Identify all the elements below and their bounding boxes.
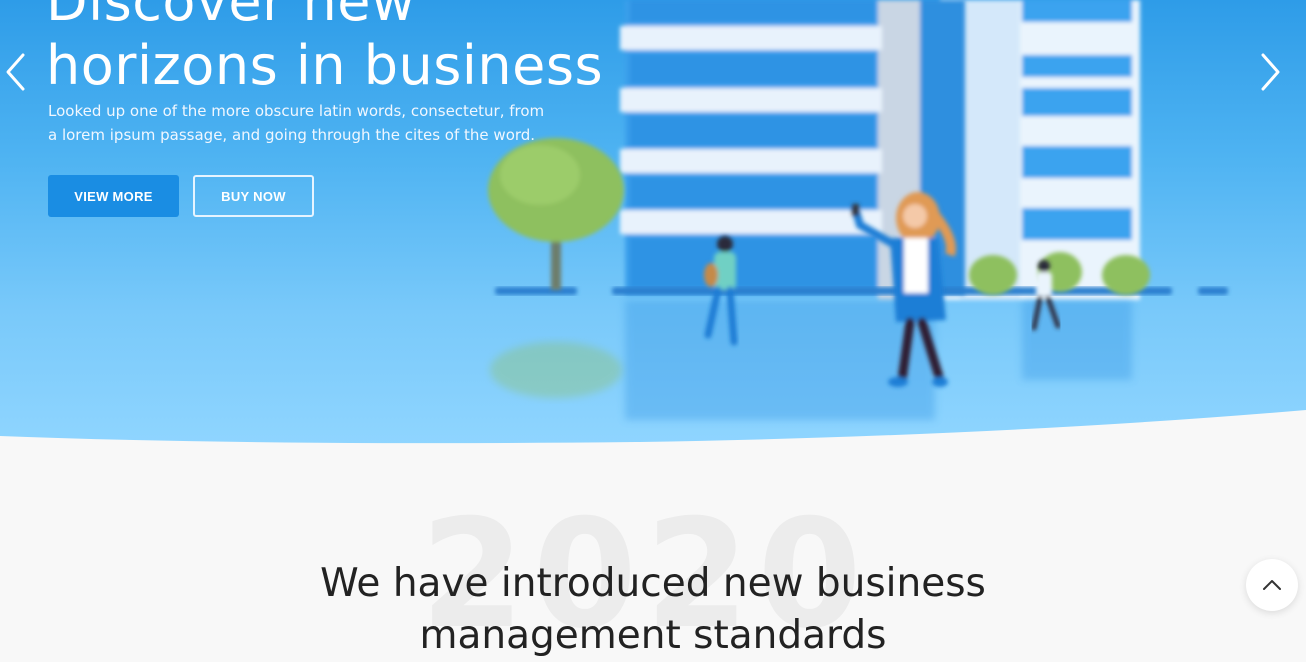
hero-slider: Discover new horizons in business Looked… <box>0 0 1306 445</box>
bushes <box>969 252 1150 295</box>
chevron-up-icon <box>1263 580 1281 590</box>
view-more-button[interactable]: VIEW MORE <box>48 175 179 217</box>
tree <box>488 138 624 290</box>
chevron-left-icon <box>6 53 25 91</box>
section-title: We have introduced new business manageme… <box>320 561 986 658</box>
hero-title: Discover new horizons in business <box>46 0 604 97</box>
buy-now-button[interactable]: BUY NOW <box>193 175 314 217</box>
slider-next-button[interactable] <box>1256 50 1286 94</box>
back-to-top-button[interactable] <box>1246 559 1298 611</box>
hero-bottom-wave <box>0 410 1306 460</box>
slider-prev-button[interactable] <box>0 50 30 94</box>
chevron-right-icon <box>1261 53 1280 91</box>
hero-subtitle: Looked up one of the more obscure latin … <box>48 102 545 144</box>
building-right <box>940 0 1140 300</box>
